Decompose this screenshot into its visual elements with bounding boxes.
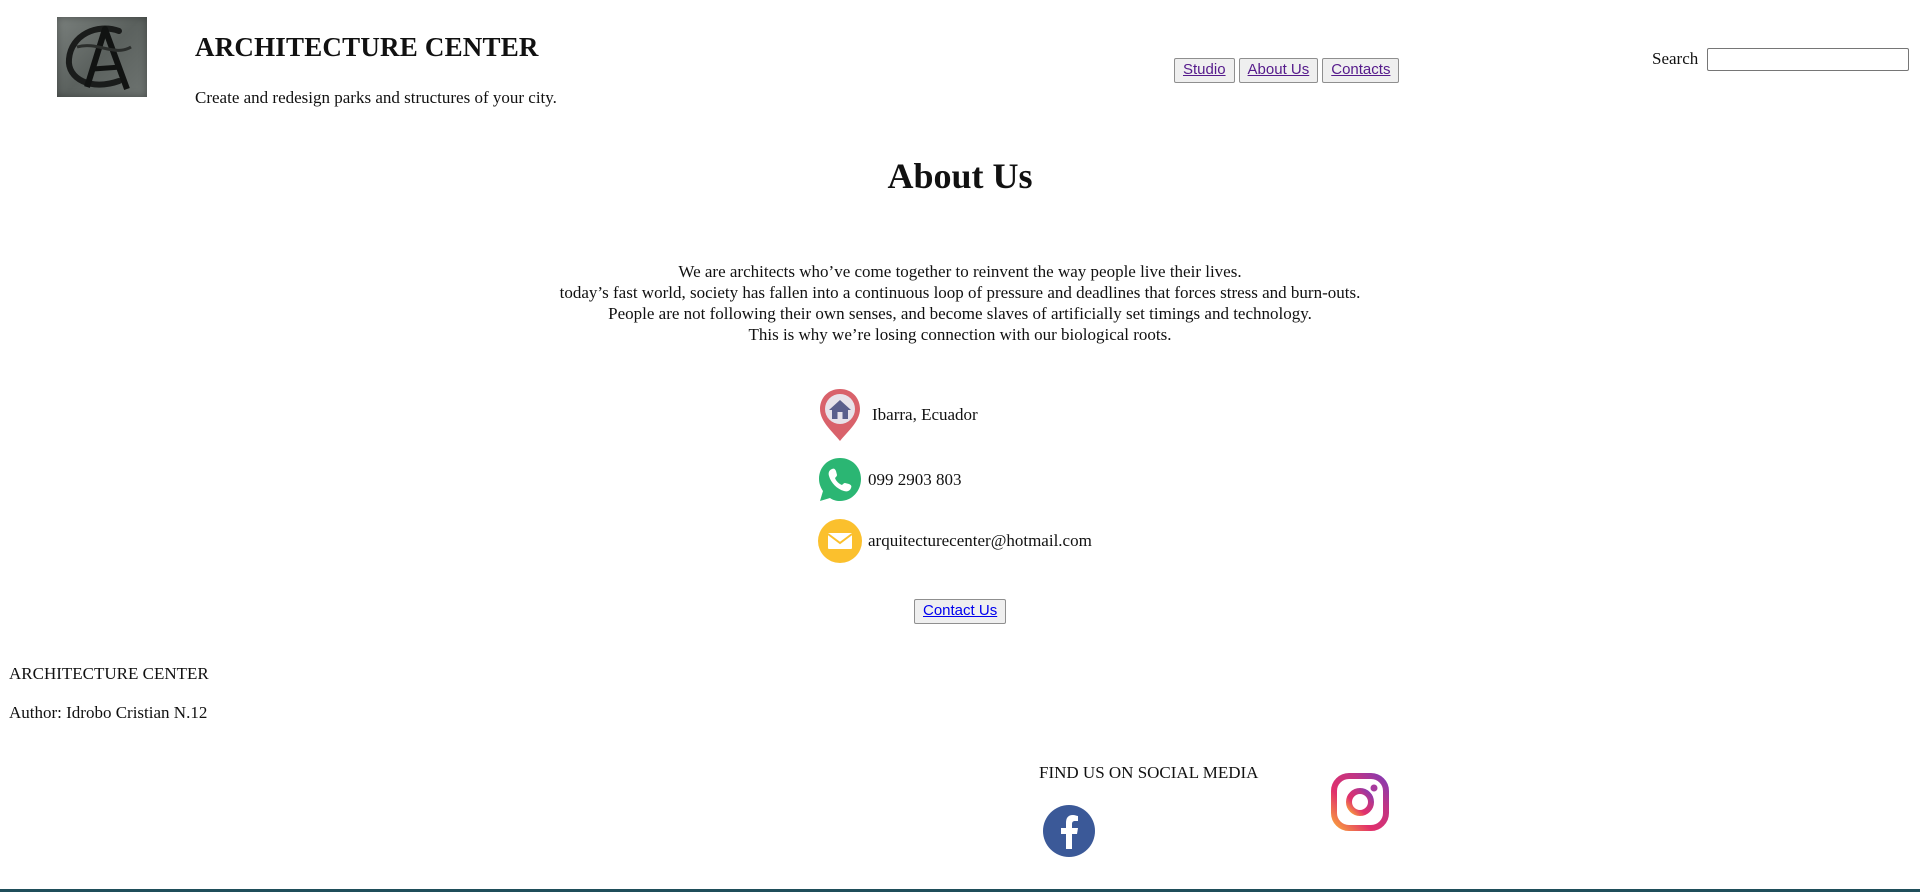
search-label: Search: [1652, 49, 1699, 68]
intro-line: This is why we’re losing connection with…: [748, 325, 1172, 344]
nav-about-us-button[interactable]: About Us: [1238, 58, 1319, 83]
email-icon: [816, 513, 864, 569]
contact-phone: 099 2903 803: [816, 452, 962, 508]
architecture-center-logo-icon: [57, 17, 147, 97]
site-title: ARCHITECTURE CENTER: [195, 32, 539, 62]
intro-line: We are architects who’ve come together t…: [678, 262, 1242, 281]
nav-contacts-button[interactable]: Contacts: [1322, 58, 1400, 83]
intro-text: We are architects who’ve come together t…: [0, 261, 1920, 345]
footer-site-name: ARCHITECTURE CENTER: [9, 664, 209, 683]
social-media-heading: FIND US ON SOCIAL MEDIA: [1039, 763, 1259, 782]
footer-author: Author: Idrobo Cristian N.12: [9, 703, 208, 722]
page-title: About Us: [887, 156, 1033, 196]
contact-location: Ibarra, Ecuador: [816, 387, 978, 443]
instagram-icon[interactable]: [1331, 773, 1389, 831]
nav-studio-button[interactable]: Studio: [1174, 58, 1235, 83]
intro-line: People are not following their own sense…: [608, 304, 1312, 323]
whatsapp-phone-icon: [816, 452, 864, 508]
facebook-icon[interactable]: [1043, 805, 1095, 857]
location-pin-icon: [816, 387, 864, 443]
search-input[interactable]: [1707, 48, 1909, 71]
contact-us-button[interactable]: Contact Us: [914, 599, 1007, 624]
main-nav: Studio About Us Contacts: [1174, 58, 1400, 83]
contact-email-text: arquitecturecenter@hotmail.com: [868, 531, 1092, 550]
contact-email: arquitecturecenter@hotmail.com: [816, 513, 1092, 569]
site-tagline: Create and redesign parks and structures…: [195, 88, 557, 107]
contact-phone-text: 099 2903 803: [868, 470, 962, 489]
intro-line: today’s fast world, society has fallen i…: [559, 283, 1361, 302]
contact-location-text: Ibarra, Ecuador: [872, 405, 978, 424]
